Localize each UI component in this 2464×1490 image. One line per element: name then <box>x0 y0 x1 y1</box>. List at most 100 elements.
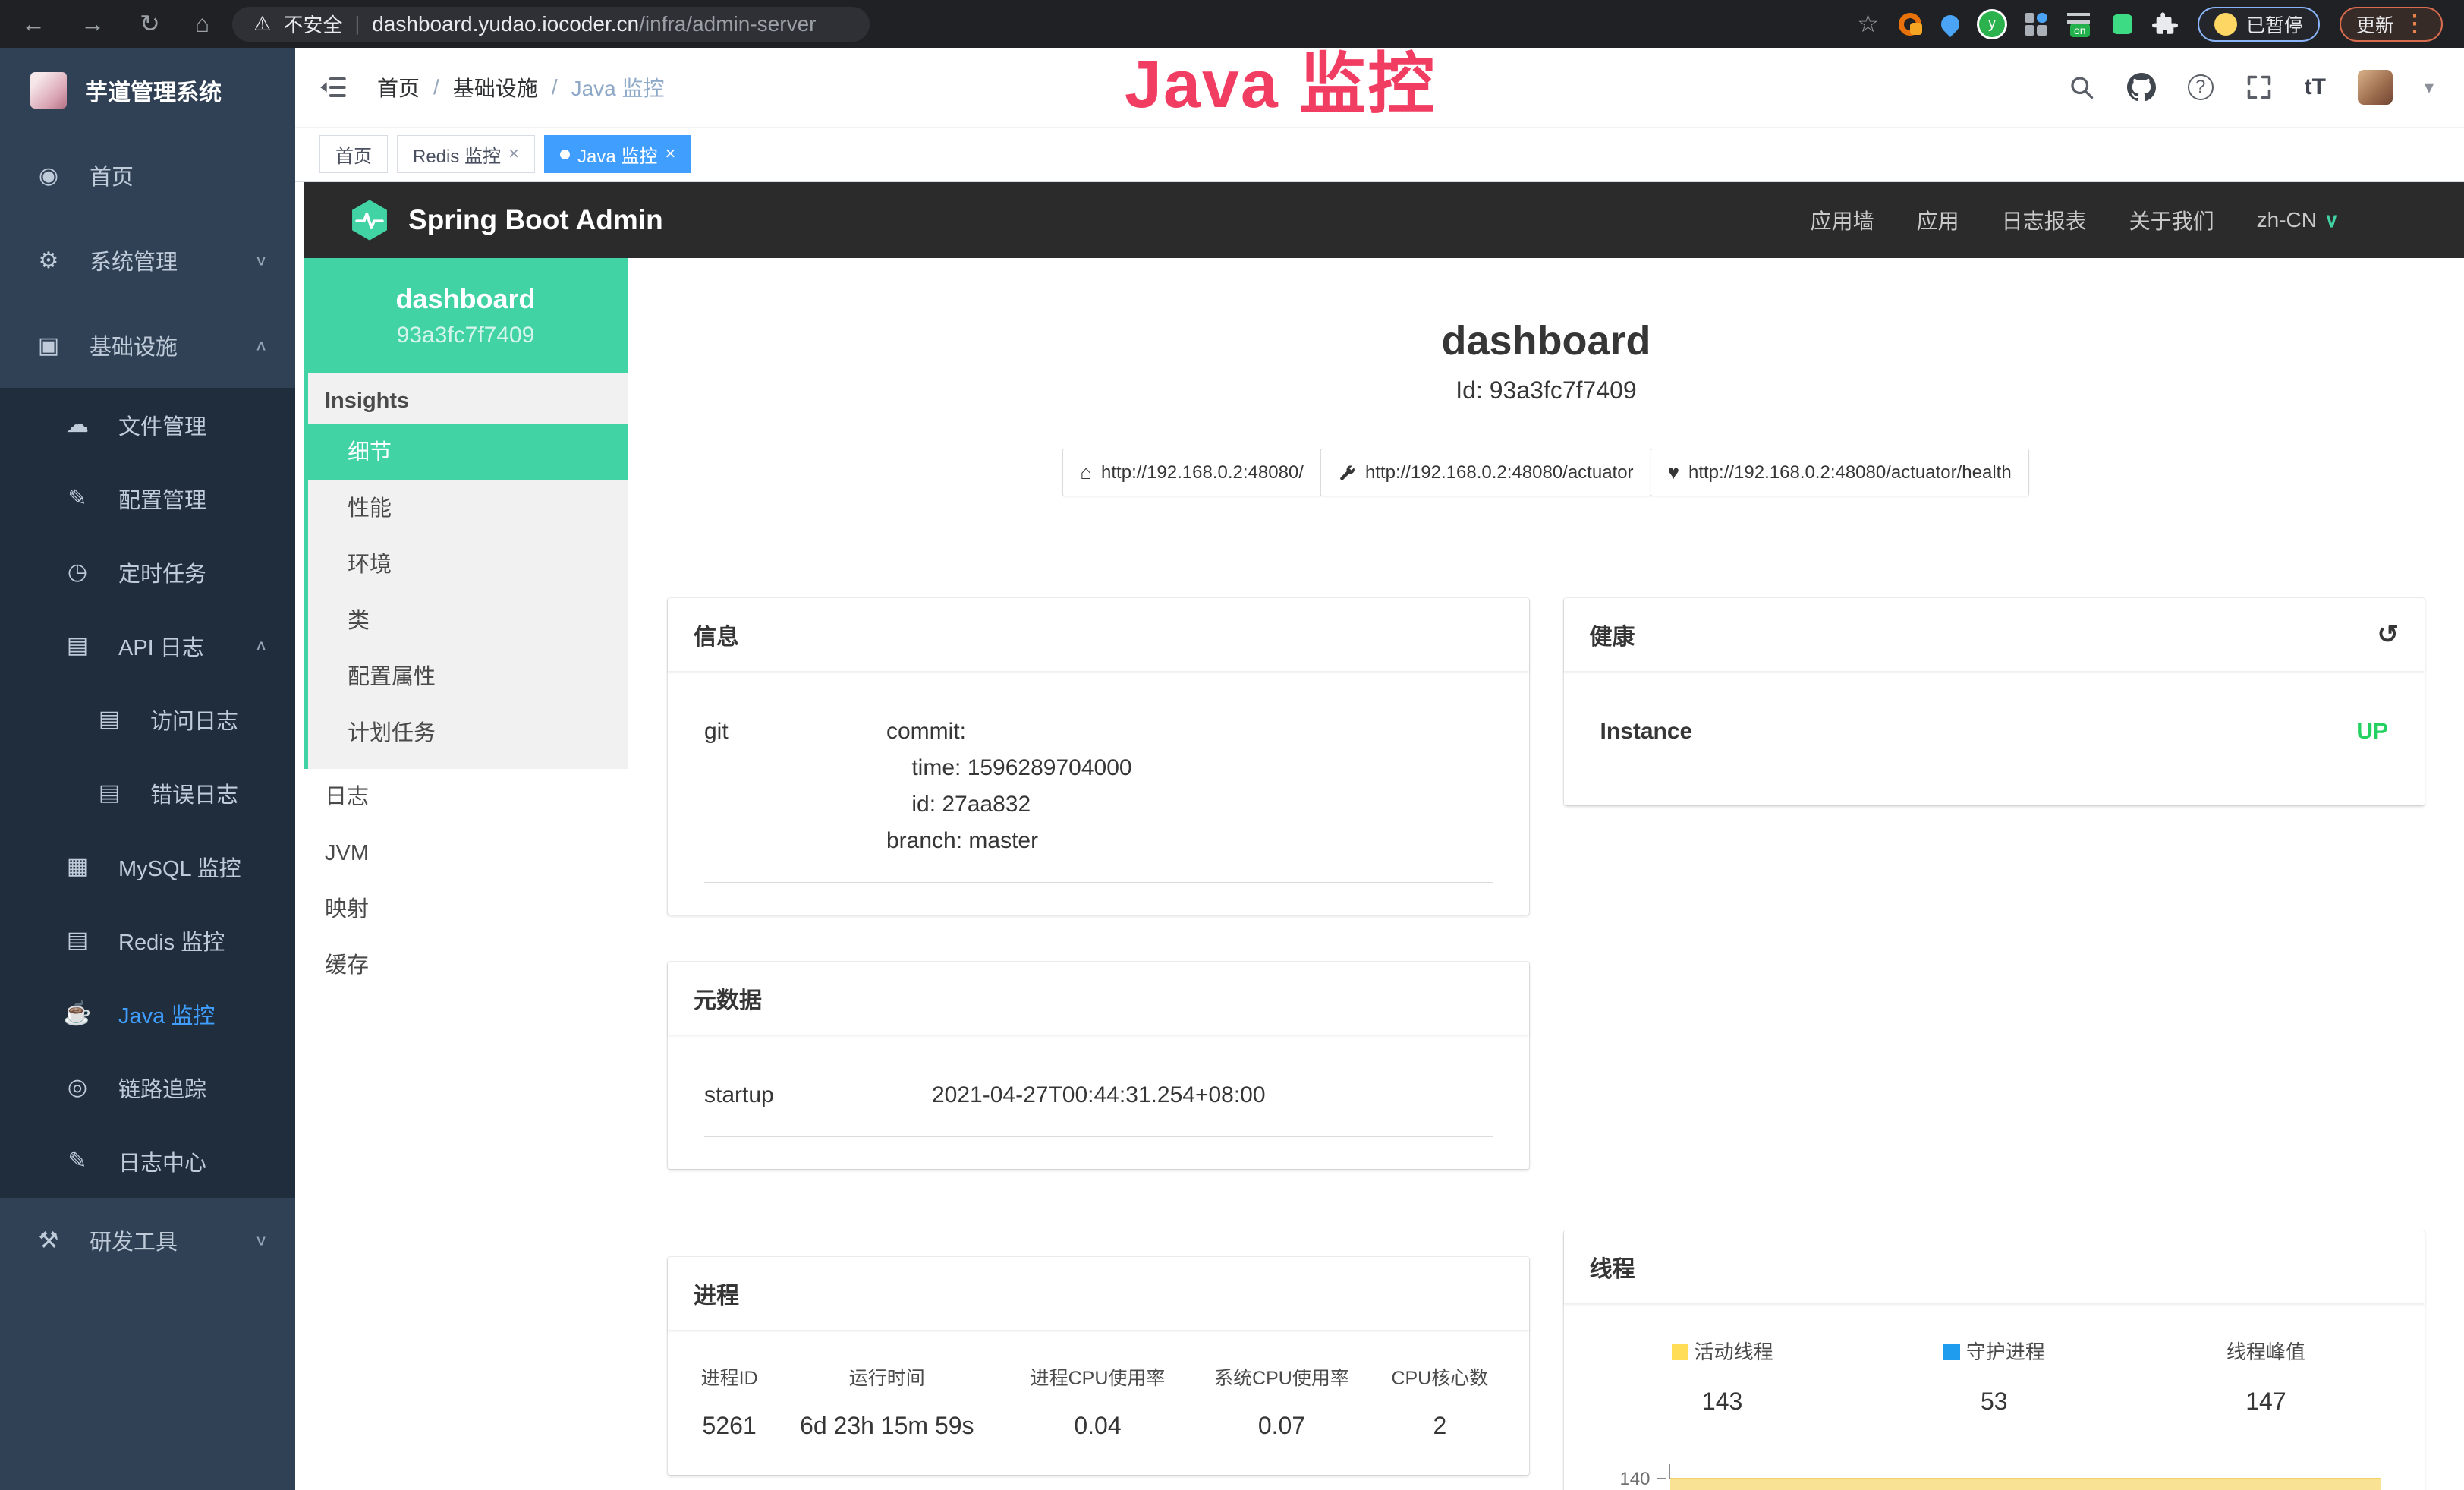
back-icon[interactable]: ← <box>21 0 46 48</box>
metadata-card: 元数据 startup 2021-04-27T00:44:31.254+08:0… <box>668 962 1529 1169</box>
sidebar-item-file-management[interactable]: ☁ 文件管理 <box>0 388 295 461</box>
breadcrumb-home[interactable]: 首页 <box>377 72 420 102</box>
sidebar-item-home[interactable]: ◉ 首页 <box>0 133 295 218</box>
search-icon[interactable] <box>2068 74 2095 101</box>
breadcrumb-section[interactable]: 基础设施 <box>453 72 538 102</box>
extension-icon[interactable] <box>1899 13 1921 36</box>
instance-links: ⌂ http://192.168.0.2:48080/ http://192.1… <box>628 449 2464 496</box>
tab-java-monitor[interactable]: Java 监控 × <box>544 135 691 173</box>
process-pid: 5261 <box>691 1412 768 1440</box>
sidebar-item-dev-tools[interactable]: ⚒ 研发工具 ∨ <box>0 1198 295 1283</box>
forward-icon[interactable]: → <box>80 0 105 48</box>
y-extension-icon[interactable]: y <box>1979 11 2005 37</box>
sba-menu-environment[interactable]: 环境 <box>308 537 628 593</box>
sidebar-item-java-monitor[interactable]: ☕ Java 监控 <box>0 977 295 1051</box>
reload-icon[interactable]: ↻ <box>140 0 160 48</box>
sidebar-item-log-center[interactable]: ✎ 日志中心 <box>0 1124 295 1198</box>
sidebar-item-label: MySQL 监控 <box>118 851 241 883</box>
actuator-url-button[interactable]: http://192.168.0.2:48080/actuator <box>1320 449 1651 496</box>
cpu-cores: 2 <box>1374 1412 1506 1440</box>
sidebar-item-label: 系统管理 <box>90 244 178 276</box>
sba-menu-scheduled-tasks[interactable]: 计划任务 <box>308 705 628 761</box>
status-badge: UP <box>2356 713 2388 750</box>
sidebar-item-label: 错误日志 <box>150 777 238 809</box>
process-cpu: 0.04 <box>1005 1412 1189 1440</box>
fullscreen-icon[interactable] <box>2245 74 2273 101</box>
legend-peak-threads: 线程峰值 <box>2130 1337 2402 1365</box>
sba-menu-mappings[interactable]: 映射 <box>304 881 628 937</box>
breadcrumb-separator: / <box>433 75 439 99</box>
heart-icon: ♥ <box>1668 461 1679 484</box>
browser-menu-icon[interactable]: ⋮ <box>2403 11 2426 37</box>
bookmark-star-icon[interactable]: ☆ <box>1857 0 1879 48</box>
log-icon: ✎ <box>61 1148 94 1174</box>
chevron-down-icon[interactable]: ▾ <box>2425 77 2434 99</box>
tab-label: 首页 <box>335 141 372 168</box>
sba-menu-classes[interactable]: 类 <box>308 593 628 649</box>
log-icon: ▤ <box>61 632 94 659</box>
log-icon: ▤ <box>93 780 126 806</box>
app-logo-row[interactable]: 芋道管理系统 <box>0 48 295 133</box>
edit-icon: ✎ <box>61 485 94 512</box>
sidebar-item-api-logs[interactable]: ▤ API 日志 ∧ <box>0 609 295 682</box>
service-url-button[interactable]: ⌂ http://192.168.0.2:48080/ <box>1062 449 1321 496</box>
hamburger-icon[interactable] <box>318 72 348 102</box>
sba-instance-header[interactable]: dashboard 93a3fc7f7409 <box>304 258 628 373</box>
avatar[interactable] <box>2358 70 2393 105</box>
home-icon[interactable]: ⌂ <box>195 0 209 48</box>
sba-menu-config-properties[interactable]: 配置属性 <box>308 649 628 705</box>
tab-redis-monitor[interactable]: Redis 监控 × <box>397 135 535 173</box>
github-icon[interactable] <box>2127 73 2156 102</box>
grid-extension-icon[interactable] <box>2025 13 2047 36</box>
text-size-icon[interactable]: tT <box>2305 74 2326 100</box>
tab-home[interactable]: 首页 <box>319 135 388 173</box>
sba-locale-select[interactable]: zh-CN ∨ <box>2257 208 2339 232</box>
sidebar-item-label: 定时任务 <box>118 556 206 588</box>
close-icon[interactable]: × <box>665 143 675 165</box>
paused-profile-badge[interactable]: 已暂停 <box>2198 7 2320 42</box>
sidebar-item-label: 配置管理 <box>118 483 206 515</box>
process-table-header: 进程CPU使用率 <box>1005 1363 1189 1412</box>
sba-nav-about[interactable]: 关于我们 <box>2129 205 2214 235</box>
sidebar-item-mysql-monitor[interactable]: ▦ MySQL 监控 <box>0 830 295 903</box>
sidebar-item-config-management[interactable]: ✎ 配置管理 <box>0 461 295 535</box>
sba-menu-performance[interactable]: 性能 <box>308 480 628 537</box>
sidebar-item-scheduled-jobs[interactable]: ◷ 定时任务 <box>0 535 295 609</box>
sba-menu-logs[interactable]: 日志 <box>304 769 628 825</box>
update-button[interactable]: 更新 ⋮ <box>2340 7 2443 42</box>
help-icon[interactable]: ? <box>2188 74 2214 100</box>
sidebar-item-redis-monitor[interactable]: ▤ Redis 监控 <box>0 903 295 977</box>
health-url-button[interactable]: ♥ http://192.168.0.2:48080/actuator/heal… <box>1651 449 2029 496</box>
sba-nav-journal[interactable]: 日志报表 <box>2002 205 2087 235</box>
close-icon[interactable]: × <box>508 143 519 165</box>
sidebar-item-system[interactable]: ⚙ 系统管理 ∨ <box>0 218 295 303</box>
sba-menu-caches[interactable]: 缓存 <box>304 937 628 994</box>
sba-menu-jvm[interactable]: JVM <box>304 825 628 881</box>
extensions-puzzle-icon[interactable] <box>2152 11 2178 37</box>
blue-legend-swatch <box>1943 1344 1960 1360</box>
sba-nav-wallboard[interactable]: 应用墙 <box>1811 205 1874 235</box>
pin-extension-icon[interactable] <box>1937 11 1963 37</box>
home-icon: ⌂ <box>1080 461 1092 484</box>
on-switch-extension-icon[interactable]: on <box>2067 11 2093 37</box>
emoji-avatar <box>2214 13 2237 36</box>
process-card-title: 进程 <box>668 1257 1529 1330</box>
actuator-url: http://192.168.0.2:48080/actuator <box>1365 462 1634 484</box>
clock-icon: ◷ <box>61 559 94 585</box>
sba-brand[interactable]: Spring Boot Admin <box>348 198 663 242</box>
gear-icon: ⚙ <box>32 247 65 274</box>
green-extension-icon[interactable] <box>2113 14 2132 34</box>
sidebar-item-access-logs[interactable]: ▤ 访问日志 <box>0 682 295 756</box>
sidebar-item-tracing[interactable]: ◎ 链路追踪 <box>0 1051 295 1124</box>
metadata-key: startup <box>704 1077 932 1114</box>
address-bar[interactable]: ⚠ 不安全 | dashboard.yudao.iocoder.cn/infra… <box>232 7 870 42</box>
health-instance-row[interactable]: Instance UP <box>1600 713 2389 773</box>
sba-menu-details[interactable]: 细节 <box>304 424 628 480</box>
sidebar-item-infra[interactable]: ▣ 基础设施 ∧ <box>0 303 295 388</box>
sidebar-item-error-logs[interactable]: ▤ 错误日志 <box>0 756 295 830</box>
wrench-icon <box>1338 464 1356 482</box>
sba-instance-id: 93a3fc7f7409 <box>397 323 535 348</box>
security-label: 不安全 <box>283 10 342 38</box>
history-icon[interactable]: ↺ <box>2377 619 2399 650</box>
sba-nav-applications[interactable]: 应用 <box>1917 205 1959 235</box>
